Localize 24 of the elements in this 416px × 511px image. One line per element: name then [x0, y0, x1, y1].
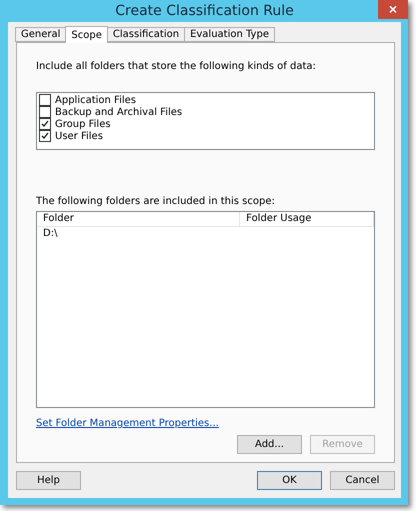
column-header[interactable]: Folder: [37, 212, 240, 226]
checkbox[interactable]: [39, 94, 51, 106]
tab[interactable]: Classification: [106, 27, 186, 42]
list-button[interactable]: Add...: [237, 435, 302, 454]
table-cell-text: D:\: [42, 227, 58, 241]
section-label: The following folders are included in this scope:: [36, 196, 276, 207]
dialog-button[interactable]: Cancel: [330, 471, 395, 490]
properties-link[interactable]: Set Folder Management Properties...: [36, 418, 375, 429]
section-label: Include all folders that store the following kinds of data:: [36, 61, 317, 72]
checkbox-label: User Files: [55, 130, 103, 142]
tab[interactable]: Scope: [65, 26, 108, 43]
checkbox[interactable]: [39, 106, 51, 118]
column-header[interactable]: Folder Usage: [240, 212, 374, 226]
checkbox[interactable]: [39, 130, 51, 142]
tab[interactable]: General: [15, 27, 66, 42]
close-button[interactable]: ×: [378, 0, 408, 19]
dialog-button[interactable]: OK: [257, 471, 322, 490]
window-title: Create Classification Rule: [115, 3, 294, 19]
dialog-button[interactable]: Help: [16, 471, 81, 490]
checkbox[interactable]: [39, 118, 51, 130]
checkbox-label: Application Files: [55, 94, 136, 106]
checkbox-label: Backup and Archival Files: [55, 106, 182, 118]
checkbox-label: Group Files: [55, 118, 111, 130]
tab[interactable]: Evaluation Type: [184, 27, 275, 42]
